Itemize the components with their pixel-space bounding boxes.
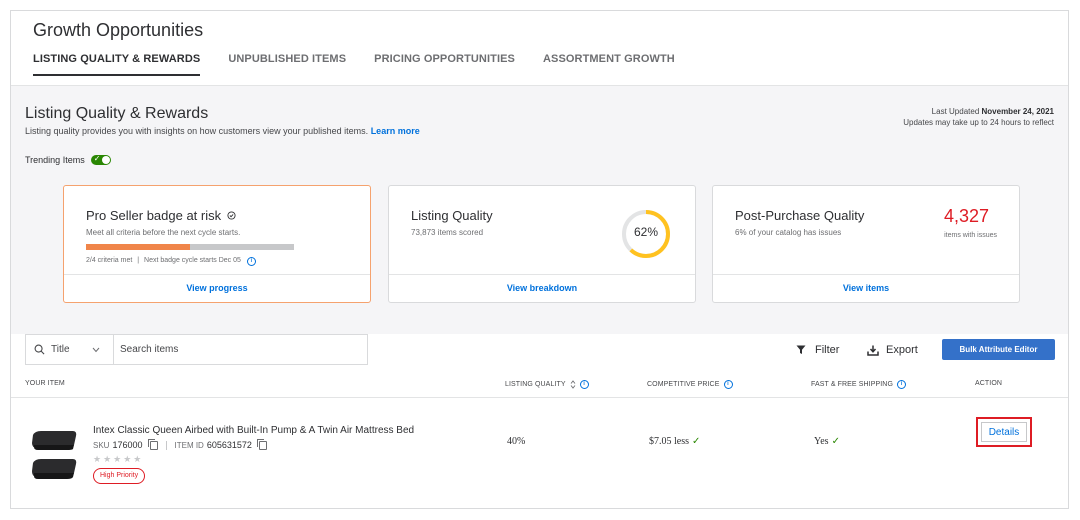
trending-toggle[interactable]: ✓ bbox=[90, 154, 111, 165]
filter-label: Filter bbox=[815, 344, 840, 356]
page-title: Growth Opportunities bbox=[33, 20, 204, 40]
price-check-icon: ✓ bbox=[692, 436, 701, 447]
details-highlight: Details bbox=[976, 417, 1032, 447]
col-header-quality[interactable]: LISTING QUALITY i bbox=[505, 380, 589, 389]
search-bar: Title bbox=[25, 334, 368, 365]
item-id-label: ITEM ID bbox=[174, 440, 204, 450]
section-title: Listing Quality & Rewards bbox=[25, 105, 209, 122]
tab-unpublished-items[interactable]: UNPUBLISHED ITEMS bbox=[228, 53, 346, 76]
item-id-value: 605631572 bbox=[206, 440, 252, 450]
col-header-action: ACTION bbox=[975, 380, 1003, 387]
next-cycle-text: Next badge cycle starts Dec 05 bbox=[144, 257, 241, 264]
updated-note: Updates may take up to 24 hours to refle… bbox=[903, 118, 1054, 127]
price-value: $7.05 less bbox=[649, 436, 689, 447]
search-input[interactable] bbox=[114, 343, 367, 356]
quality-info-icon[interactable]: i bbox=[579, 380, 589, 389]
col-header-shipping-label: FAST & FREE SHIPPING bbox=[811, 381, 894, 388]
tab-listing-quality[interactable]: LISTING QUALITY & REWARDS bbox=[33, 53, 201, 76]
filter-icon bbox=[796, 345, 806, 354]
tab-pricing-opportunities[interactable]: PRICING OPPORTUNITIES bbox=[374, 53, 515, 76]
post-purchase-title: Post-Purchase Quality bbox=[735, 208, 865, 223]
learn-more-link[interactable]: Learn more bbox=[371, 126, 420, 136]
criteria-progress-fill bbox=[86, 244, 190, 250]
shipping-cell: Yes ✓ bbox=[814, 436, 840, 447]
shipping-check-icon: ✓ bbox=[831, 436, 840, 447]
product-identifiers: SKU 176000 ITEM ID 605631572 bbox=[93, 438, 267, 450]
view-breakdown-link[interactable]: View breakdown bbox=[389, 274, 695, 302]
copy-item-id-icon[interactable] bbox=[256, 438, 267, 450]
issues-count: 4,327 bbox=[943, 206, 989, 226]
criteria-status: 2/4 criteria met | Next badge cycle star… bbox=[86, 257, 256, 266]
shipping-value: Yes bbox=[814, 436, 829, 447]
search-icon bbox=[34, 344, 45, 355]
overview-panel: Listing Quality & Rewards Listing qualit… bbox=[11, 86, 1068, 334]
star-rating: ★★★★★ bbox=[93, 454, 144, 464]
col-header-price-label: COMPETITIVE PRICE bbox=[647, 381, 720, 388]
export-button[interactable]: Export bbox=[867, 344, 918, 356]
col-header-quality-label: LISTING QUALITY bbox=[505, 381, 566, 388]
trending-label: Trending Items bbox=[25, 155, 85, 165]
sku-value: 176000 bbox=[112, 440, 143, 450]
last-updated: Last Updated November 24, 2021 Updates m… bbox=[903, 106, 1054, 128]
product-thumbnail[interactable] bbox=[29, 425, 79, 485]
details-button[interactable]: Details bbox=[981, 422, 1027, 442]
col-header-item: YOUR ITEM bbox=[25, 380, 65, 387]
section-subtitle-text: Listing quality provides you with insigh… bbox=[25, 126, 369, 136]
chevron-down-icon bbox=[92, 347, 99, 352]
filter-button[interactable]: Filter bbox=[796, 344, 839, 356]
id-separator bbox=[165, 440, 167, 450]
search-field-select[interactable]: Title bbox=[26, 335, 114, 364]
issues-count-label: items with issues bbox=[944, 232, 997, 239]
badge-info-icon[interactable] bbox=[227, 211, 236, 220]
tab-bar: LISTING QUALITY & REWARDS UNPUBLISHED IT… bbox=[33, 53, 703, 76]
trending-items: Trending Items ✓ bbox=[25, 154, 111, 165]
table-header-divider bbox=[11, 397, 1068, 398]
listing-quality-title: Listing Quality bbox=[411, 208, 493, 223]
updated-prefix: Last Updated bbox=[931, 107, 980, 116]
app-frame: Growth Opportunities LISTING QUALITY & R… bbox=[10, 10, 1069, 509]
product-name[interactable]: Intex Classic Queen Airbed with Built-In… bbox=[93, 425, 414, 436]
pro-seller-title: Pro Seller badge at risk bbox=[86, 208, 236, 223]
sku-label: SKU bbox=[93, 440, 110, 450]
criteria-met-text: 2/4 criteria met bbox=[86, 257, 133, 264]
criteria-progress-bar bbox=[86, 244, 294, 250]
pro-seller-subtitle: Meet all criteria before the next cycle … bbox=[86, 228, 241, 237]
price-info-icon[interactable]: i bbox=[723, 380, 733, 389]
tab-assortment-growth[interactable]: ASSORTMENT GROWTH bbox=[543, 53, 675, 76]
price-cell: $7.05 less ✓ bbox=[649, 436, 700, 447]
cycle-info-icon[interactable]: i bbox=[246, 257, 256, 266]
export-icon bbox=[867, 345, 879, 356]
sort-icon[interactable] bbox=[570, 380, 576, 389]
pro-seller-title-text: Pro Seller badge at risk bbox=[86, 208, 222, 223]
quality-percent: 62% bbox=[633, 225, 659, 239]
view-items-link[interactable]: View items bbox=[713, 274, 1019, 302]
toggle-check-icon: ✓ bbox=[93, 154, 101, 163]
listing-quality-card: Listing Quality 73,873 items scored 62% … bbox=[388, 185, 696, 303]
export-label: Export bbox=[886, 344, 918, 356]
section-subtitle: Listing quality provides you with insigh… bbox=[25, 126, 420, 136]
post-purchase-card: Post-Purchase Quality 6% of your catalog… bbox=[712, 185, 1020, 303]
view-progress-link[interactable]: View progress bbox=[64, 274, 370, 302]
copy-sku-icon[interactable] bbox=[147, 438, 158, 450]
col-header-price: COMPETITIVE PRICE i bbox=[647, 380, 733, 389]
updated-date: November 24, 2021 bbox=[981, 107, 1055, 116]
listing-quality-subtitle: 73,873 items scored bbox=[411, 228, 484, 237]
quality-cell: 40% bbox=[507, 436, 526, 447]
search-field-value: Title bbox=[51, 344, 70, 355]
post-purchase-subtitle: 6% of your catalog has issues bbox=[735, 228, 842, 237]
priority-badge: High Priority bbox=[93, 468, 146, 484]
pro-seller-card: Pro Seller badge at risk Meet all criter… bbox=[63, 185, 371, 303]
shipping-info-icon[interactable]: i bbox=[897, 380, 907, 389]
toggle-knob bbox=[101, 156, 110, 164]
col-header-shipping: FAST & FREE SHIPPING i bbox=[811, 380, 907, 389]
bulk-attribute-editor-button[interactable]: Bulk Attribute Editor bbox=[942, 339, 1055, 360]
